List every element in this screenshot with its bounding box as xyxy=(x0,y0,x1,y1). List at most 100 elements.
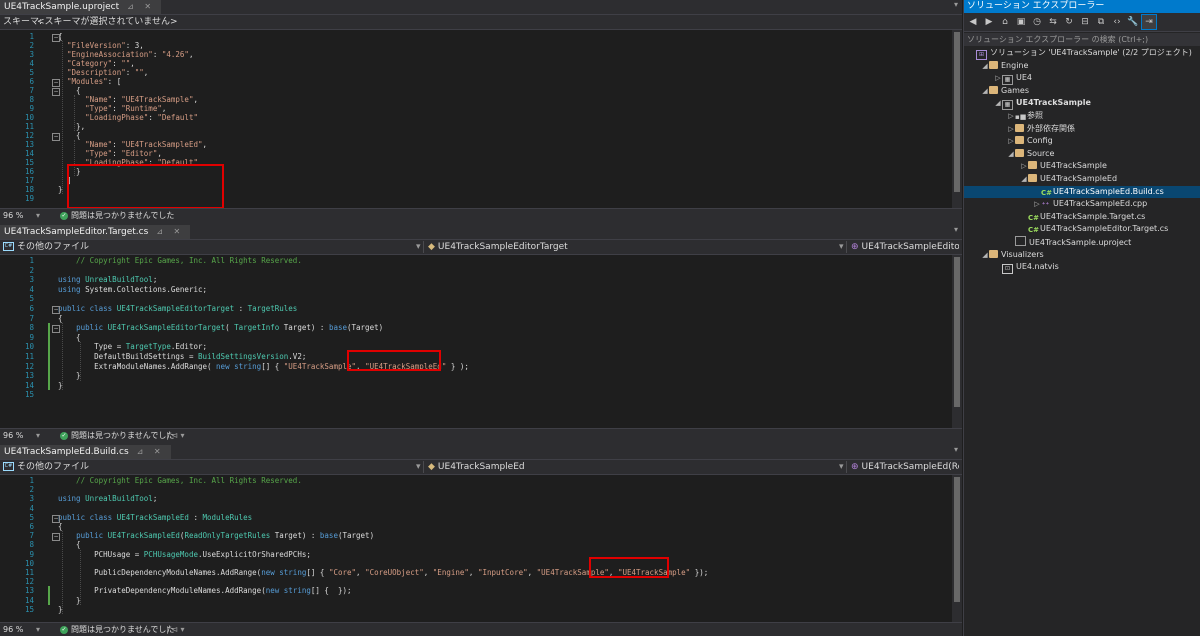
chevron-down-icon[interactable]: ▾ xyxy=(36,431,40,440)
code-line[interactable]: using System.Collections.Generic; xyxy=(58,285,207,294)
tree-item[interactable]: ◢ ▦ UE4TrackSample xyxy=(964,97,1200,111)
schema-dropdown[interactable]: <スキーマが選択されていません> xyxy=(37,15,178,29)
code-line[interactable]: DefaultBuildSettings = BuildSettingsVers… xyxy=(58,352,306,361)
code-line[interactable]: "LoadingPhase": "Default" xyxy=(58,113,198,122)
tree-item[interactable]: ▷ Config xyxy=(964,135,1200,147)
tab-build-cs[interactable]: UE4TrackSampleEd.Build.cs ⊿ ✕ xyxy=(0,445,171,459)
vertical-scrollbar[interactable] xyxy=(952,30,962,208)
chevron-down-icon[interactable]: ▾ xyxy=(954,445,958,454)
code-line[interactable]: public UE4TrackSampleEditorTarget( Targe… xyxy=(58,323,383,332)
code-editor[interactable]: 1 // Copyright Epic Games, Inc. All Righ… xyxy=(0,475,962,622)
tree-item[interactable]: ▷ 外部依存関係 xyxy=(964,123,1200,135)
pin-close-icon[interactable]: ⊿ ✕ xyxy=(156,225,184,239)
code-line[interactable]: PCHUsage = PCHUsageMode.UseExplicitOrSha… xyxy=(58,550,311,559)
vertical-scrollbar[interactable] xyxy=(952,255,962,428)
expand-arrow-icon[interactable]: ◢ xyxy=(981,85,989,97)
pending-changes-icon[interactable]: ◷ xyxy=(1030,15,1044,29)
chevron-down-icon[interactable]: ▾ xyxy=(839,240,844,254)
properties-icon[interactable]: 🔧 xyxy=(1126,15,1140,29)
tree-item[interactable]: ▷ ⁺⁺ UE4TrackSampleEd.cpp xyxy=(964,198,1200,210)
tree-item[interactable]: ◢ UE4TrackSampleEd xyxy=(964,173,1200,185)
tree-item[interactable]: ▷▪■参照 xyxy=(964,110,1200,122)
show-all-files-icon[interactable]: ⧉ xyxy=(1094,15,1108,29)
code-line[interactable]: public class UE4TrackSampleEd : ModuleRu… xyxy=(58,513,252,522)
expand-arrow-icon[interactable]: ◢ xyxy=(1020,173,1028,185)
code-line[interactable]: "Category": "", xyxy=(58,59,135,68)
code-line[interactable]: "FileVersion": 3, xyxy=(58,41,144,50)
zoom-level[interactable]: 96 % xyxy=(3,211,23,220)
expand-arrow-icon[interactable]: ▷ xyxy=(994,72,1002,84)
pin-close-icon[interactable]: ⊿ ✕ xyxy=(127,0,155,14)
expand-arrow-icon[interactable]: ◢ xyxy=(981,60,989,72)
tree-item[interactable]: ◢ Games xyxy=(964,85,1200,97)
tree-item[interactable]: UE4TrackSample.uproject xyxy=(964,236,1200,248)
tree-item[interactable]: ⊡ UE4.natvis xyxy=(964,261,1200,275)
tree-item[interactable]: C#UE4TrackSample.Target.cs xyxy=(964,211,1200,223)
vertical-scrollbar[interactable] xyxy=(952,475,962,622)
tree-item[interactable]: ▷ ▦ UE4 xyxy=(964,72,1200,86)
expand-arrow-icon[interactable]: ▷ xyxy=(1007,135,1015,147)
scrollbar-thumb[interactable] xyxy=(954,257,960,407)
view-code-icon[interactable]: ‹› xyxy=(1110,15,1124,29)
code-line[interactable]: using UnrealBuildTool; xyxy=(58,275,157,284)
code-line[interactable]: "Name": "UE4TrackSampleEd", xyxy=(58,140,207,149)
code-line[interactable]: public class UE4TrackSampleEditorTarget … xyxy=(58,304,297,313)
member-dropdown[interactable]: ⊕UE4TrackSampleEditorTarga xyxy=(851,240,959,254)
collapse-all-icon[interactable]: ⊟ xyxy=(1078,15,1092,29)
tree-item[interactable]: ▷ UE4TrackSample xyxy=(964,160,1200,172)
expand-arrow-icon[interactable]: ◢ xyxy=(1007,148,1015,160)
code-line[interactable]: "EngineAssociation": "4.26", xyxy=(58,50,193,59)
chevron-down-icon[interactable]: ▾ xyxy=(36,211,40,220)
refresh-icon[interactable]: ↻ xyxy=(1062,15,1076,29)
code-editor[interactable]: 1 // Copyright Epic Games, Inc. All Righ… xyxy=(0,255,962,428)
sync-icon[interactable]: ⇆ xyxy=(1046,15,1060,29)
back-icon[interactable]: ◀ xyxy=(966,15,980,29)
chevron-down-icon[interactable]: ▾ xyxy=(416,240,421,254)
issues-indicator[interactable]: ✓ 問題は見つかりませんでした xyxy=(60,624,174,635)
code-line[interactable]: { xyxy=(58,314,63,323)
tab-uproject[interactable]: UE4TrackSample.uproject ⊿ ✕ xyxy=(0,0,162,14)
scrollbar-thumb[interactable] xyxy=(954,477,960,602)
project-dropdown[interactable]: C# その他のファイル xyxy=(3,460,413,474)
code-line[interactable]: "Modules": [ xyxy=(58,77,121,86)
forward-icon[interactable]: ▶ xyxy=(982,15,996,29)
preview-selected-icon[interactable]: ⇥ xyxy=(1141,14,1157,30)
code-cleanup-icon[interactable]: | ⊲ ▾ xyxy=(166,625,185,634)
tree-item[interactable]: C#UE4TrackSampleEd.Build.cs xyxy=(964,185,1200,198)
code-cleanup-icon[interactable]: | ⊲ ▾ xyxy=(166,431,185,440)
issues-indicator[interactable]: ✓ 問題は見つかりませんでした xyxy=(60,430,174,441)
tree-item[interactable]: ⊞ ソリューション 'UE4TrackSample' (2/2 プロジェクト) xyxy=(964,47,1200,60)
code-editor[interactable]: 1{−2 "FileVersion": 3, 3 "EngineAssociati… xyxy=(0,30,962,208)
code-line[interactable]: "Description": "", xyxy=(58,68,148,77)
expand-arrow-icon[interactable]: ▷ xyxy=(1020,160,1028,172)
code-line[interactable]: using UnrealBuildTool; xyxy=(58,494,157,503)
code-line[interactable]: public UE4TrackSampleEd(ReadOnlyTargetRu… xyxy=(58,531,374,540)
pin-close-icon[interactable]: ⊿ ✕ xyxy=(137,445,165,459)
chevron-down-icon[interactable]: ▾ xyxy=(954,0,958,9)
tree-item[interactable]: ◢ Engine xyxy=(964,60,1200,72)
chevron-down-icon[interactable]: ▾ xyxy=(954,225,958,234)
expand-arrow-icon[interactable]: ▷ xyxy=(1007,110,1015,122)
expand-arrow-icon[interactable]: ▷ xyxy=(1033,198,1041,210)
issues-indicator[interactable]: ✓ 問題は見つかりませんでした xyxy=(60,210,174,221)
zoom-level[interactable]: 96 % xyxy=(3,625,23,634)
home-icon[interactable]: ⌂ xyxy=(998,15,1012,29)
solution-explorer-title[interactable]: ソリューション エクスプローラー xyxy=(964,0,1200,13)
class-dropdown[interactable]: ◆ UE4TrackSampleEditorTarget xyxy=(428,240,838,254)
chevron-down-icon[interactable]: ▾ xyxy=(36,625,40,634)
switch-views-icon[interactable]: ▣ xyxy=(1014,15,1028,29)
chevron-down-icon[interactable]: ▾ xyxy=(416,460,421,474)
class-dropdown[interactable]: ◆ UE4TrackSampleEd xyxy=(428,460,838,474)
expand-arrow-icon[interactable]: ◢ xyxy=(981,249,989,261)
tree-item[interactable]: ◢ Visualizers xyxy=(964,249,1200,261)
tree-item[interactable]: ◢ Source xyxy=(964,148,1200,160)
expand-arrow-icon[interactable]: ◢ xyxy=(994,97,1002,109)
zoom-level[interactable]: 96 % xyxy=(3,431,23,440)
member-dropdown[interactable]: ⊕UE4TrackSampleEd(ReadOn xyxy=(851,460,959,474)
tree-item[interactable]: C#UE4TrackSampleEditor.Target.cs xyxy=(964,223,1200,235)
chevron-down-icon[interactable]: ▾ xyxy=(839,460,844,474)
expand-arrow-icon[interactable]: ▷ xyxy=(1007,123,1015,135)
code-line[interactable]: // Copyright Epic Games, Inc. All Rights… xyxy=(58,476,302,485)
code-line[interactable]: "Name": "UE4TrackSample", xyxy=(58,95,198,104)
project-dropdown[interactable]: C# その他のファイル xyxy=(3,240,413,254)
